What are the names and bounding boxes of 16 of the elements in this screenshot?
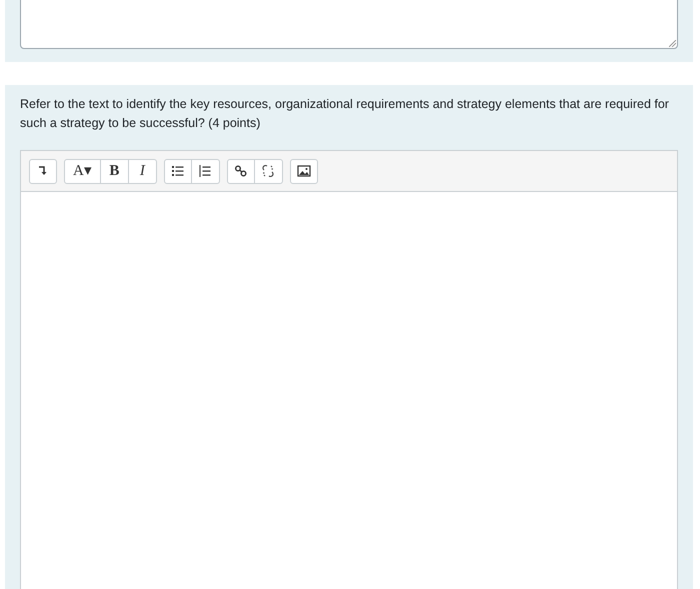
format-button[interactable]: A▾ — [64, 158, 101, 184]
link-icon — [234, 164, 248, 178]
question-text: Refer to the text to identify the key resources, organizational requirements and strategy elements that are required for such a strategy to be successful? (4 points) — [20, 96, 670, 132]
toolbar-button[interactable] — [29, 158, 57, 184]
resize-handle-icon[interactable] — [669, 40, 676, 47]
toolbar-button[interactable] — [254, 158, 283, 184]
numbered-list-icon — [198, 164, 212, 178]
format-button[interactable]: I — [128, 158, 157, 184]
broken-link-icon — [261, 164, 276, 178]
toolbar-button[interactable] — [164, 158, 192, 184]
toolbar-button[interactable] — [192, 158, 220, 184]
toolbar-button[interactable] — [290, 158, 318, 184]
image-icon — [296, 164, 311, 178]
toolbar-button[interactable] — [226, 158, 255, 184]
bullet-list-icon — [170, 164, 185, 178]
format-button[interactable]: B — [100, 158, 129, 184]
